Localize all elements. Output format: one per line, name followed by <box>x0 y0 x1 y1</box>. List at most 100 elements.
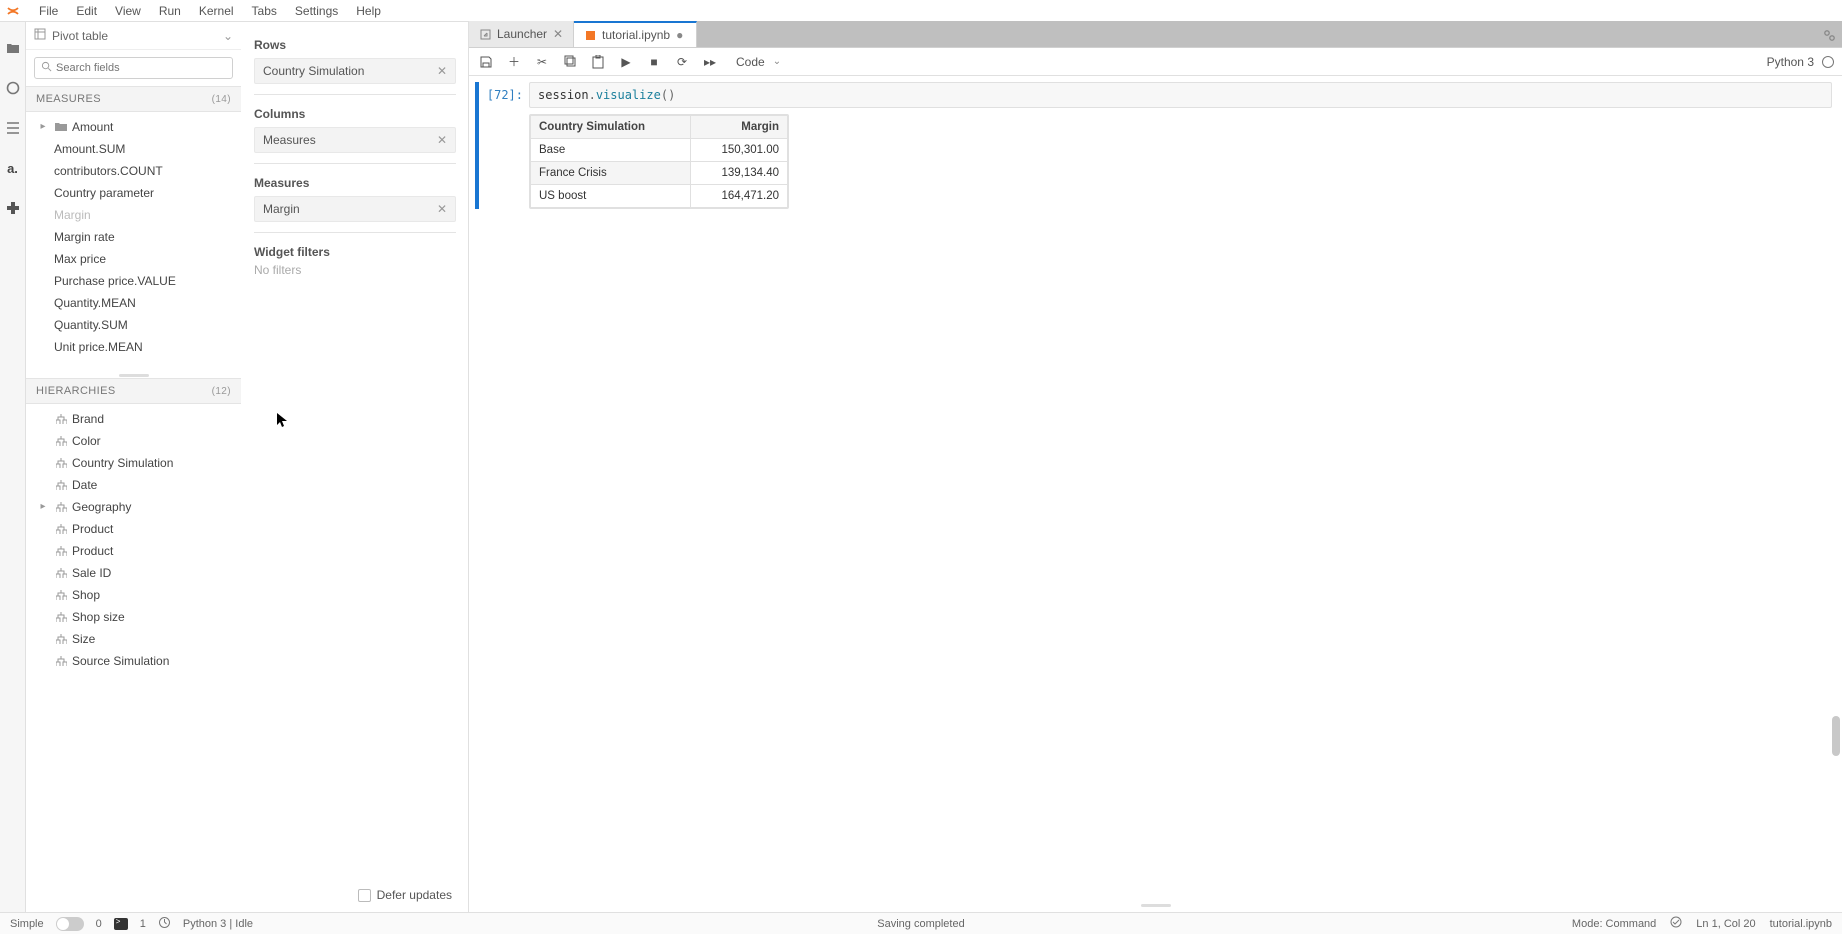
search-fields-input[interactable] <box>34 57 233 79</box>
tree-item-label: Size <box>72 630 95 648</box>
filters-label: Widget filters <box>254 245 456 259</box>
tree-item-label: Margin <box>54 206 91 224</box>
measure-item[interactable]: contributors.COUNT <box>26 160 241 182</box>
hierarchy-item[interactable]: Size <box>26 628 241 650</box>
measures-chip[interactable]: Margin ✕ <box>254 196 456 222</box>
notebook-content[interactable]: [72]: session.visualize() Country Simula… <box>469 76 1842 912</box>
atoti-icon[interactable]: a. <box>5 160 21 176</box>
close-icon[interactable]: ✕ <box>437 64 447 78</box>
measures-section-header[interactable]: MEASURES (14) <box>26 86 241 112</box>
hierarchies-count: (12) <box>212 386 231 397</box>
hierarchy-item[interactable]: Country Simulation <box>26 452 241 474</box>
measures-label: MEASURES <box>36 93 101 105</box>
tab-tutorial-ipynb[interactable]: tutorial.ipynb● <box>574 21 697 47</box>
tab-launcher[interactable]: Launcher✕ <box>469 21 574 47</box>
measure-item[interactable]: Quantity.MEAN <box>26 292 241 314</box>
hierarchy-item[interactable]: Product <box>26 540 241 562</box>
measure-item[interactable]: Purchase price.VALUE <box>26 270 241 292</box>
filename-status[interactable]: tutorial.ipynb <box>1770 918 1832 930</box>
table-row: Base150,301.00 <box>531 139 788 162</box>
folder-icon[interactable] <box>5 40 21 56</box>
hierarchy-item[interactable]: Date <box>26 474 241 496</box>
terminal-icon[interactable] <box>114 918 128 930</box>
restart-button[interactable]: ⟳ <box>673 53 691 71</box>
menu-view[interactable]: View <box>106 1 150 21</box>
code-token-function: visualize <box>596 88 661 102</box>
measure-item[interactable]: Quantity.SUM <box>26 314 241 336</box>
measure-item[interactable]: Margin <box>26 204 241 226</box>
code-input[interactable]: session.visualize() <box>529 82 1832 108</box>
chip-label: Margin <box>263 202 300 216</box>
cell-type-selector[interactable]: Code ⌄ <box>729 52 788 72</box>
rows-label: Rows <box>254 38 456 52</box>
pivot-panel: Pivot table ⌄ MEASURES (14) ▸AmountAmoun… <box>26 22 469 912</box>
menu-file[interactable]: File <box>30 1 67 21</box>
hierarchy-item[interactable]: Sale ID <box>26 562 241 584</box>
defer-label: Defer updates <box>377 888 452 902</box>
inspector-icon[interactable] <box>1820 26 1838 47</box>
menu-run[interactable]: Run <box>150 1 190 21</box>
hierarchy-item[interactable]: Shop size <box>26 606 241 628</box>
scrollbar-thumb[interactable] <box>1832 716 1840 756</box>
add-cell-button[interactable]: ＋ <box>505 53 523 71</box>
menu-settings[interactable]: Settings <box>286 1 347 21</box>
left-rail: a. <box>0 22 26 912</box>
hierarchy-icon <box>54 634 68 644</box>
run-button[interactable]: ▶ <box>617 53 635 71</box>
menu-help[interactable]: Help <box>347 1 390 21</box>
output-resize-handle[interactable] <box>1141 901 1171 910</box>
measure-item[interactable]: Margin rate <box>26 226 241 248</box>
table-header: Margin <box>691 116 788 139</box>
copy-button[interactable] <box>561 53 579 71</box>
pivot-type-selector[interactable]: Pivot table ⌄ <box>26 22 241 50</box>
rows-chip[interactable]: Country Simulation ✕ <box>254 58 456 84</box>
menu-edit[interactable]: Edit <box>67 1 106 21</box>
extensions-icon[interactable] <box>5 200 21 216</box>
hierarchy-item[interactable]: Shop <box>26 584 241 606</box>
hierarchy-item[interactable]: Brand <box>26 408 241 430</box>
cell-prompt: [72]: <box>487 88 523 102</box>
dirty-indicator-icon: ● <box>676 28 686 42</box>
measure-item[interactable]: Max price <box>26 248 241 270</box>
measure-item[interactable]: ▸Amount <box>26 116 241 138</box>
close-icon[interactable]: ✕ <box>437 133 447 147</box>
notifications-icon[interactable] <box>1670 916 1682 931</box>
cursor-position[interactable]: Ln 1, Col 20 <box>1696 918 1755 930</box>
kernel-status-icon[interactable] <box>1822 56 1834 68</box>
measure-item[interactable]: Unit price.MEAN <box>26 336 241 358</box>
close-icon[interactable]: ✕ <box>437 202 447 216</box>
measure-item[interactable]: Country parameter <box>26 182 241 204</box>
search-input[interactable] <box>56 62 226 74</box>
chevron-down-icon: ⌄ <box>773 56 781 67</box>
hierarchy-icon <box>54 414 68 424</box>
hierarchy-item[interactable]: Color <box>26 430 241 452</box>
simple-toggle[interactable] <box>56 917 84 931</box>
table-header: Country Simulation <box>531 116 691 139</box>
paste-button[interactable] <box>589 53 607 71</box>
cut-button[interactable]: ✂ <box>533 53 551 71</box>
tree-item-label: Country parameter <box>54 184 154 202</box>
hierarchies-section-header[interactable]: HIERARCHIES (12) <box>26 378 241 404</box>
code-cell[interactable]: [72]: session.visualize() Country Simula… <box>475 82 1832 209</box>
stop-button[interactable]: ■ <box>645 53 663 71</box>
hierarchy-item[interactable]: Source Simulation <box>26 650 241 672</box>
kernel-name[interactable]: Python 3 <box>1767 55 1814 69</box>
run-all-button[interactable]: ▸▸ <box>701 53 719 71</box>
menu-kernel[interactable]: Kernel <box>190 1 243 21</box>
toc-icon[interactable] <box>5 120 21 136</box>
defer-checkbox[interactable] <box>358 889 371 902</box>
measure-item[interactable]: Amount.SUM <box>26 138 241 160</box>
terminals-count-left: 0 <box>96 918 102 930</box>
save-button[interactable] <box>477 53 495 71</box>
hierarchy-icon <box>54 656 68 666</box>
columns-chip[interactable]: Measures✕ <box>254 127 456 153</box>
hierarchy-item[interactable]: Product <box>26 518 241 540</box>
hierarchy-item[interactable]: ▸Geography <box>26 496 241 518</box>
close-icon[interactable]: ✕ <box>553 27 563 41</box>
lsp-icon[interactable] <box>158 916 171 932</box>
chip-label: Country Simulation <box>263 64 364 78</box>
menu-tabs[interactable]: Tabs <box>243 1 286 21</box>
running-icon[interactable] <box>5 80 21 96</box>
kernel-status-text[interactable]: Python 3 | Idle <box>183 918 253 930</box>
tree-item-label: Max price <box>54 250 106 268</box>
